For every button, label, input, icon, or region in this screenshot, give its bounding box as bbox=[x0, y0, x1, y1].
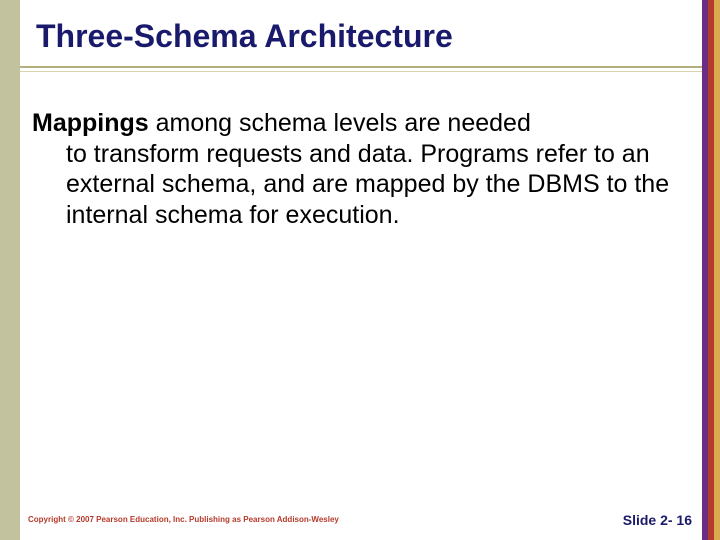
slide-body: Mappings among schema levels are needed … bbox=[32, 108, 684, 230]
body-rest: to transform requests and data. Programs… bbox=[32, 139, 684, 231]
right-accent-stripe bbox=[702, 0, 720, 540]
body-lead-word: Mappings bbox=[32, 109, 149, 137]
title-underline bbox=[20, 66, 702, 72]
slide-title: Three-Schema Architecture bbox=[36, 18, 690, 55]
right-stripe-gold bbox=[714, 0, 720, 540]
slide-number: Slide 2- 16 bbox=[623, 512, 692, 528]
body-line1-rest: among schema levels are needed bbox=[149, 109, 531, 137]
left-accent-stripe bbox=[0, 0, 20, 540]
copyright-text: Copyright © 2007 Pearson Education, Inc.… bbox=[28, 515, 339, 524]
